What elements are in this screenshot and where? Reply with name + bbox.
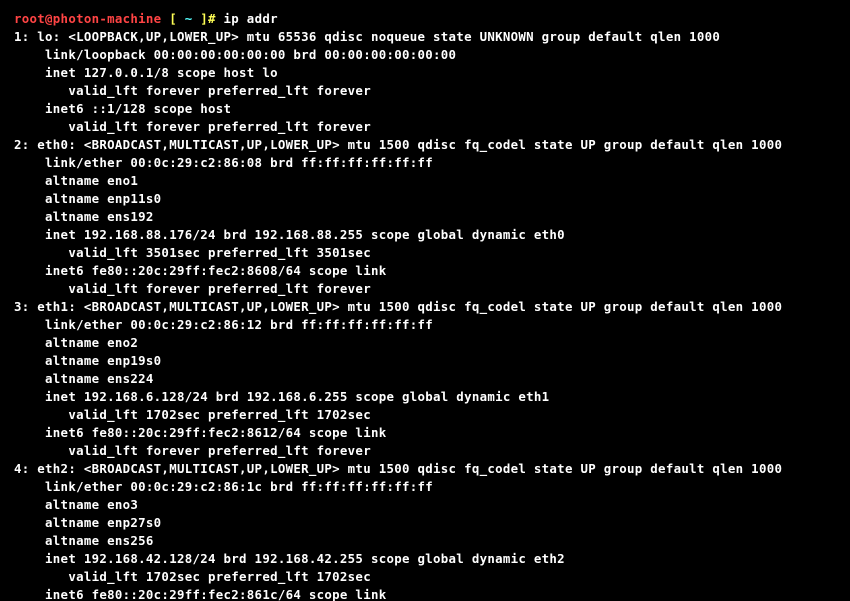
output-line: inet 192.168.88.176/24 brd 192.168.88.25… bbox=[14, 227, 565, 242]
output-line: link/ether 00:0c:29:c2:86:08 brd ff:ff:f… bbox=[14, 155, 433, 170]
output-line: valid_lft forever preferred_lft forever bbox=[14, 281, 371, 296]
prompt-userhost: root@photon-machine bbox=[14, 11, 161, 26]
output-line: altname eno3 bbox=[14, 497, 138, 512]
output-line: inet6 fe80::20c:29ff:fec2:8612/64 scope … bbox=[14, 425, 386, 440]
output-line: altname enp11s0 bbox=[14, 191, 161, 206]
output-line: link/ether 00:0c:29:c2:86:12 brd ff:ff:f… bbox=[14, 317, 433, 332]
output-line: altname ens192 bbox=[14, 209, 154, 224]
output-line: valid_lft forever preferred_lft forever bbox=[14, 83, 371, 98]
prompt-line-1: root@photon-machine [ ~ ]# ip addr bbox=[14, 11, 278, 26]
prompt-left-bracket: [ bbox=[161, 11, 184, 26]
prompt-right-bracket: ]# bbox=[192, 11, 223, 26]
output-line: inet 192.168.42.128/24 brd 192.168.42.25… bbox=[14, 551, 565, 566]
output-line: altname enp27s0 bbox=[14, 515, 161, 530]
output-line: valid_lft forever preferred_lft forever bbox=[14, 443, 371, 458]
output-line: 4: eth2: <BROADCAST,MULTICAST,UP,LOWER_U… bbox=[14, 461, 782, 476]
output-line: inet6 fe80::20c:29ff:fec2:8608/64 scope … bbox=[14, 263, 386, 278]
output-line: valid_lft 1702sec preferred_lft 1702sec bbox=[14, 569, 371, 584]
output-line: inet 127.0.0.1/8 scope host lo bbox=[14, 65, 278, 80]
terminal[interactable]: root@photon-machine [ ~ ]# ip addr 1: lo… bbox=[0, 0, 850, 601]
output-line: altname ens224 bbox=[14, 371, 154, 386]
output-line: 3: eth1: <BROADCAST,MULTICAST,UP,LOWER_U… bbox=[14, 299, 782, 314]
output-line: valid_lft 3501sec preferred_lft 3501sec bbox=[14, 245, 371, 260]
output-line: altname ens256 bbox=[14, 533, 154, 548]
output-line: inet6 fe80::20c:29ff:fec2:861c/64 scope … bbox=[14, 587, 386, 601]
output-line: 1: lo: <LOOPBACK,UP,LOWER_UP> mtu 65536 … bbox=[14, 29, 720, 44]
output-line: inet 192.168.6.128/24 brd 192.168.6.255 … bbox=[14, 389, 549, 404]
output-line: inet6 ::1/128 scope host bbox=[14, 101, 231, 116]
command-text: ip addr bbox=[224, 11, 278, 26]
output-line: valid_lft 1702sec preferred_lft 1702sec bbox=[14, 407, 371, 422]
output-line: link/ether 00:0c:29:c2:86:1c brd ff:ff:f… bbox=[14, 479, 433, 494]
output-line: altname eno1 bbox=[14, 173, 138, 188]
output-line: altname enp19s0 bbox=[14, 353, 161, 368]
output-line: 2: eth0: <BROADCAST,MULTICAST,UP,LOWER_U… bbox=[14, 137, 782, 152]
output-line: altname eno2 bbox=[14, 335, 138, 350]
output-line: valid_lft forever preferred_lft forever bbox=[14, 119, 371, 134]
output-line: link/loopback 00:00:00:00:00:00 brd 00:0… bbox=[14, 47, 456, 62]
